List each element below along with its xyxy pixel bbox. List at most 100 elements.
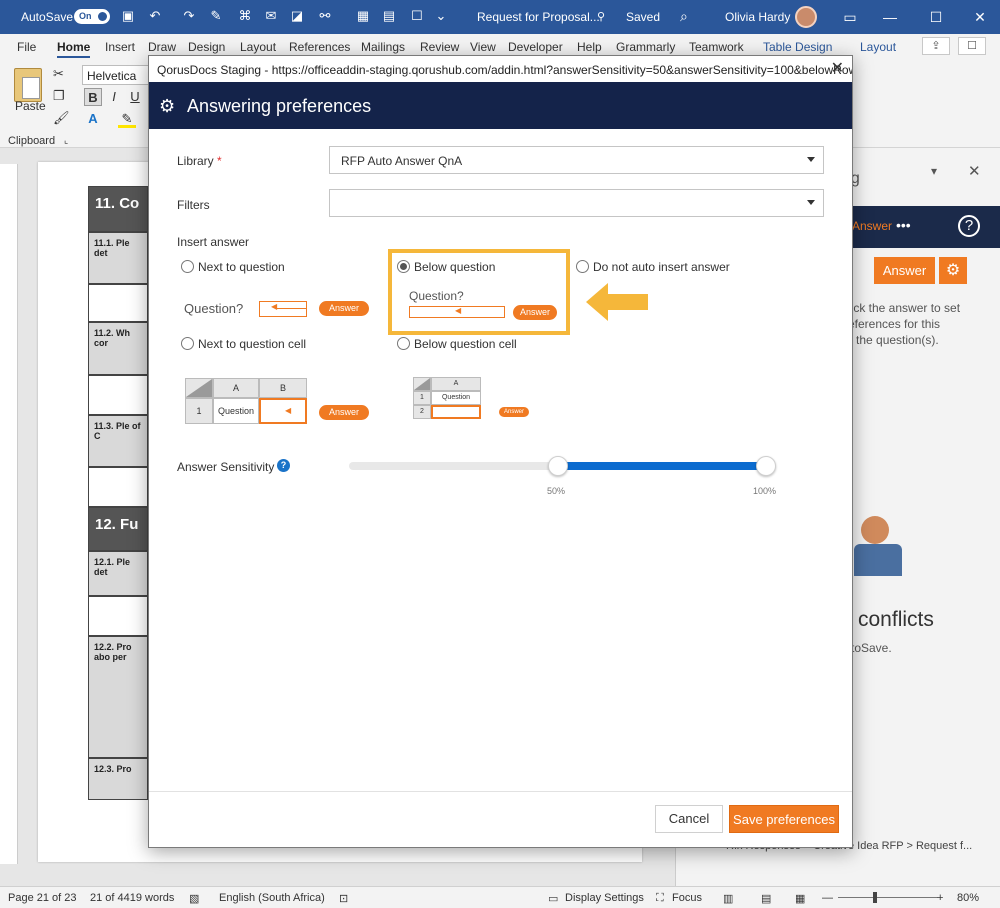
zoom-slider[interactable] — [838, 897, 938, 898]
underline-button[interactable]: U — [126, 88, 144, 106]
accessibility-icon[interactable]: ⊡ — [339, 892, 348, 905]
tab-draw[interactable]: Draw — [148, 40, 176, 54]
table-row[interactable] — [88, 467, 148, 507]
zoom-slider-thumb[interactable] — [873, 892, 877, 903]
proofing-icon[interactable]: ▧ — [189, 892, 199, 905]
filters-select[interactable] — [329, 189, 824, 217]
cut-icon[interactable]: ✂ — [53, 66, 64, 82]
attach-icon[interactable]: ✉ — [262, 7, 280, 25]
zoom-in-icon[interactable]: + — [937, 892, 943, 904]
language[interactable]: English (South Africa) — [219, 892, 325, 904]
tab-teamwork[interactable]: Teamwork — [689, 40, 744, 54]
link-icon[interactable]: ⚯ — [316, 7, 334, 25]
help-icon[interactable]: ? — [958, 215, 980, 237]
pane-answer-button[interactable]: Answer — [874, 257, 935, 284]
tab-table-design[interactable]: Table Design — [763, 40, 832, 54]
redo-icon[interactable]: ↷ — [180, 7, 198, 25]
share-icon[interactable]: ⇪ — [922, 37, 950, 55]
do-not-auto-insert-radio[interactable] — [576, 260, 589, 273]
display-settings-icon[interactable]: ▭ — [548, 892, 558, 905]
tab-grammarly[interactable]: Grammarly — [616, 40, 675, 54]
table-row[interactable] — [88, 284, 148, 322]
zoom-level[interactable]: 80% — [957, 892, 979, 904]
italic-button[interactable]: I — [105, 88, 123, 106]
tab-layout[interactable]: Layout — [240, 40, 276, 54]
pane-more-icon[interactable]: ••• — [896, 217, 911, 233]
focus-mode[interactable]: Focus — [672, 892, 702, 904]
zoom-out-icon[interactable]: — — [822, 892, 833, 904]
grid-icon[interactable]: ▦ — [354, 7, 372, 25]
minimize-icon[interactable]: — — [878, 6, 902, 28]
below-question-label[interactable]: Below question — [414, 260, 495, 274]
copy-icon[interactable]: ❐ — [53, 88, 65, 104]
sensitivity-help-icon[interactable]: ? — [277, 459, 290, 472]
pane-close-icon[interactable]: ✕ — [968, 162, 981, 180]
table-row[interactable]: 12.1. Ple det — [88, 551, 148, 596]
tab-review[interactable]: Review — [420, 40, 459, 54]
close-icon[interactable]: ✕ — [968, 6, 992, 28]
avatar[interactable] — [795, 6, 817, 28]
save-icon[interactable]: ▣ — [119, 7, 137, 25]
user-name[interactable]: Olivia Hardy — [725, 10, 790, 24]
focus-icon[interactable]: ⛶ — [656, 892, 664, 905]
paste-icon[interactable] — [14, 68, 42, 102]
pane-answer-link[interactable]: Answer — [852, 219, 892, 233]
table-row[interactable]: 11.2. Wh cor — [88, 322, 148, 375]
table-row[interactable]: 12.3. Pro — [88, 758, 148, 800]
paste-label[interactable]: Paste — [15, 99, 46, 113]
next-to-question-cell-label[interactable]: Next to question cell — [198, 337, 306, 351]
bold-button[interactable]: B — [84, 88, 102, 106]
highlight-icon[interactable]: ✎ — [118, 110, 136, 128]
dialog-launcher-icon[interactable]: ⌞ — [64, 135, 68, 146]
table-row[interactable] — [88, 596, 148, 636]
autosave-toggle[interactable]: On — [74, 9, 110, 24]
format-painter-brush-icon[interactable]: 🖌 — [53, 110, 70, 126]
web-layout-icon[interactable]: ▦ — [795, 892, 805, 905]
next-to-question-label[interactable]: Next to question — [198, 260, 285, 274]
word-count[interactable]: 21 of 4419 words — [90, 892, 174, 904]
table-row[interactable]: 11.3. Ple of C — [88, 415, 148, 467]
tab-developer[interactable]: Developer — [508, 40, 563, 54]
read-mode-icon[interactable]: ▥ — [723, 892, 733, 905]
tab-help[interactable]: Help — [577, 40, 602, 54]
text-effects-icon[interactable]: A — [84, 110, 102, 128]
tab-mailings[interactable]: Mailings — [361, 40, 405, 54]
display-settings[interactable]: Display Settings — [565, 892, 644, 904]
next-to-question-cell-radio[interactable] — [181, 337, 194, 350]
maximize-icon[interactable]: ☐ — [924, 6, 948, 28]
undo-icon[interactable]: ↶ — [146, 7, 164, 25]
tab-home[interactable]: Home — [57, 40, 91, 58]
tab-file[interactable]: File — [17, 40, 36, 54]
tab-table-layout[interactable]: Layout — [860, 40, 896, 54]
comment-icon[interactable]: ☐ — [408, 7, 426, 25]
below-question-cell-radio[interactable] — [397, 337, 410, 350]
brush-icon[interactable]: ⌘ — [236, 7, 254, 25]
save-preferences-button[interactable]: Save preferences — [729, 805, 839, 833]
print-layout-icon[interactable]: ▤ — [761, 892, 771, 905]
tab-design[interactable]: Design — [188, 40, 225, 54]
table-row[interactable]: 12.2. Pro abo per — [88, 636, 148, 758]
tab-references[interactable]: References — [289, 40, 350, 54]
pane-options-icon[interactable]: ▾ — [931, 164, 937, 178]
next-to-question-radio[interactable] — [181, 260, 194, 273]
cancel-button[interactable]: Cancel — [655, 805, 723, 833]
sensitivity-min-thumb[interactable] — [547, 456, 568, 476]
table-row[interactable] — [88, 375, 148, 415]
page-count[interactable]: Page 21 of 23 — [8, 892, 77, 904]
comments-icon[interactable]: ☐ — [958, 37, 986, 55]
tab-view[interactable]: View — [470, 40, 496, 54]
ribbon-display-icon[interactable]: ▭ — [838, 6, 862, 28]
table-row[interactable]: 11.1. Ple det — [88, 232, 148, 284]
dialog-close-icon[interactable]: ✕ — [831, 61, 844, 77]
below-question-radio[interactable] — [397, 260, 410, 273]
do-not-auto-insert-label[interactable]: Do not auto insert answer — [593, 260, 730, 274]
search-icon[interactable]: ⌕ — [680, 8, 688, 25]
format-painter-icon[interactable]: ✎ — [207, 7, 225, 25]
more-icon[interactable]: ⌄ — [432, 7, 450, 25]
table-icon[interactable]: ▤ — [380, 7, 398, 25]
pane-gear-icon[interactable]: ⚙ — [939, 257, 967, 284]
tab-insert[interactable]: Insert — [105, 40, 135, 54]
library-select[interactable]: RFP Auto Answer QnA — [329, 146, 824, 174]
paint-icon[interactable]: ◪ — [288, 7, 306, 25]
below-question-cell-label[interactable]: Below question cell — [414, 337, 517, 351]
